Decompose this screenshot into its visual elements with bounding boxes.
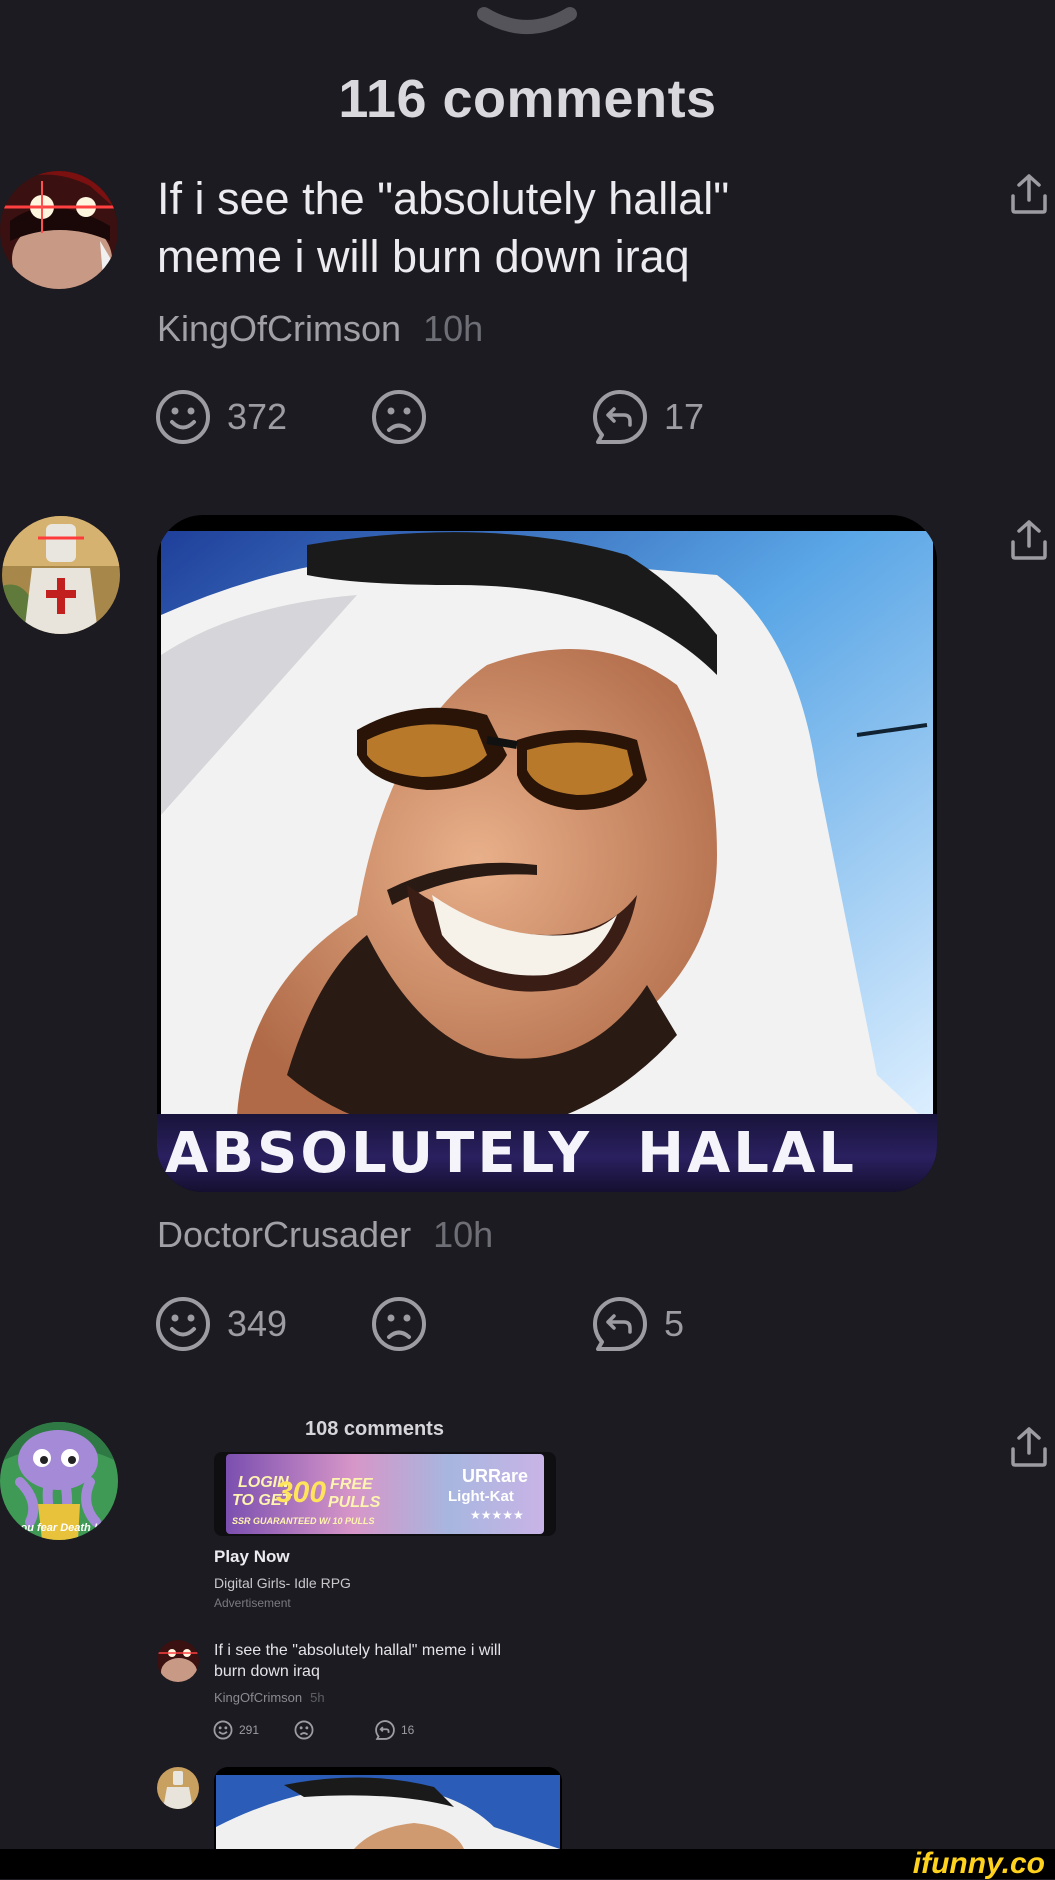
- embedded-image-preview: [214, 1767, 562, 1849]
- embedded-comment-author: KingOfCrimson: [214, 1690, 303, 1705]
- smile-icon: [156, 390, 210, 444]
- frown-icon[interactable]: [371, 389, 427, 445]
- comment-time: 10h: [433, 1214, 494, 1255]
- ad-pulls: PULLS: [328, 1494, 381, 1511]
- ad-guarantee: SSR GUARANTEED W/ 10 PULLS: [232, 1516, 375, 1526]
- smile-count: 349: [227, 1303, 288, 1344]
- footer-bar: [0, 1849, 1055, 1879]
- embedded-reply: 16: [375, 1720, 414, 1740]
- avatar[interactable]: ou fear Death !: [0, 1422, 118, 1540]
- comment-text-line: If i see the "absolutely hallal": [157, 173, 730, 224]
- smile-button[interactable]: 372: [155, 389, 287, 445]
- ad-app-name: Digital Girls- Idle RPG: [214, 1575, 351, 1591]
- image-caption: ABSOLUTELY HALAL: [157, 1114, 937, 1192]
- frown-icon[interactable]: [371, 1296, 427, 1352]
- embedded-comment-line: burn down iraq: [214, 1663, 320, 1680]
- share-icon[interactable]: [1009, 172, 1049, 216]
- comment-meta: DoctorCrusader 10h: [157, 1214, 493, 1256]
- comment-author[interactable]: KingOfCrimson: [157, 308, 401, 349]
- ad-label: Advertisement: [214, 1596, 291, 1610]
- brand-watermark: ifunny.co: [912, 1847, 1045, 1880]
- ad-cta[interactable]: Play Now: [214, 1547, 290, 1567]
- embedded-comment-line: If i see the "absolutely hallal" meme i …: [214, 1642, 502, 1659]
- smile-count: 372: [227, 396, 288, 437]
- embedded-smile: 291: [213, 1720, 259, 1740]
- comment-time: 10h: [423, 308, 484, 349]
- comment-text: If i see the "absolutely hallal" meme i …: [157, 170, 729, 286]
- mini-avatar: [157, 1640, 199, 1682]
- ad-amount: 300: [276, 1476, 327, 1509]
- smile-icon: [156, 1297, 210, 1351]
- ad-free: FREE: [330, 1476, 373, 1493]
- share-icon[interactable]: [1009, 1425, 1049, 1469]
- embedded-comment-text: If i see the "absolutely hallal" meme i …: [214, 1640, 501, 1682]
- comment-image[interactable]: ABSOLUTELY HALAL: [157, 515, 937, 1192]
- comment-author[interactable]: DoctorCrusader: [157, 1214, 411, 1255]
- ad-stars: ★★★★★: [470, 1508, 524, 1522]
- comment-meta: KingOfCrimson 10h: [157, 308, 483, 350]
- smile-icon: [213, 1720, 233, 1740]
- comment-text-line: meme i will burn down iraq: [157, 231, 690, 282]
- ad-ur-rare: URRare: [462, 1466, 529, 1486]
- ad-banner[interactable]: LOGIN TO GET 300 FREE PULLS SSR GUARANTE…: [226, 1454, 544, 1534]
- chevron-down-icon[interactable]: [476, 6, 578, 42]
- avatar[interactable]: [0, 171, 118, 289]
- smile-button[interactable]: 349: [155, 1296, 287, 1352]
- reply-icon: [375, 1720, 395, 1740]
- avatar[interactable]: [2, 516, 120, 634]
- reply-count: 5: [664, 1303, 685, 1344]
- avatar-caption: ou fear Death !: [20, 1522, 98, 1534]
- embedded-comment-time: 5h: [310, 1690, 325, 1705]
- reply-button[interactable]: 17: [592, 389, 704, 445]
- reply-icon: [593, 1297, 647, 1351]
- embedded-smile-count: 291: [239, 1723, 260, 1737]
- reply-count: 17: [664, 396, 705, 437]
- reply-button[interactable]: 5: [592, 1296, 684, 1352]
- halal-meme-image: [161, 531, 937, 1135]
- ad-light-kat: Light-Kat: [448, 1488, 514, 1505]
- embedded-reply-count: 16: [401, 1723, 415, 1737]
- comments-count-title: 116 comments: [338, 69, 717, 129]
- embedded-comment-meta: KingOfCrimson 5h: [214, 1690, 325, 1705]
- share-icon[interactable]: [1009, 518, 1049, 562]
- mini-avatar: [157, 1767, 199, 1809]
- embedded-comments-title: 108 comments: [305, 1418, 444, 1440]
- frown-icon: [294, 1720, 314, 1740]
- reply-icon: [593, 390, 647, 444]
